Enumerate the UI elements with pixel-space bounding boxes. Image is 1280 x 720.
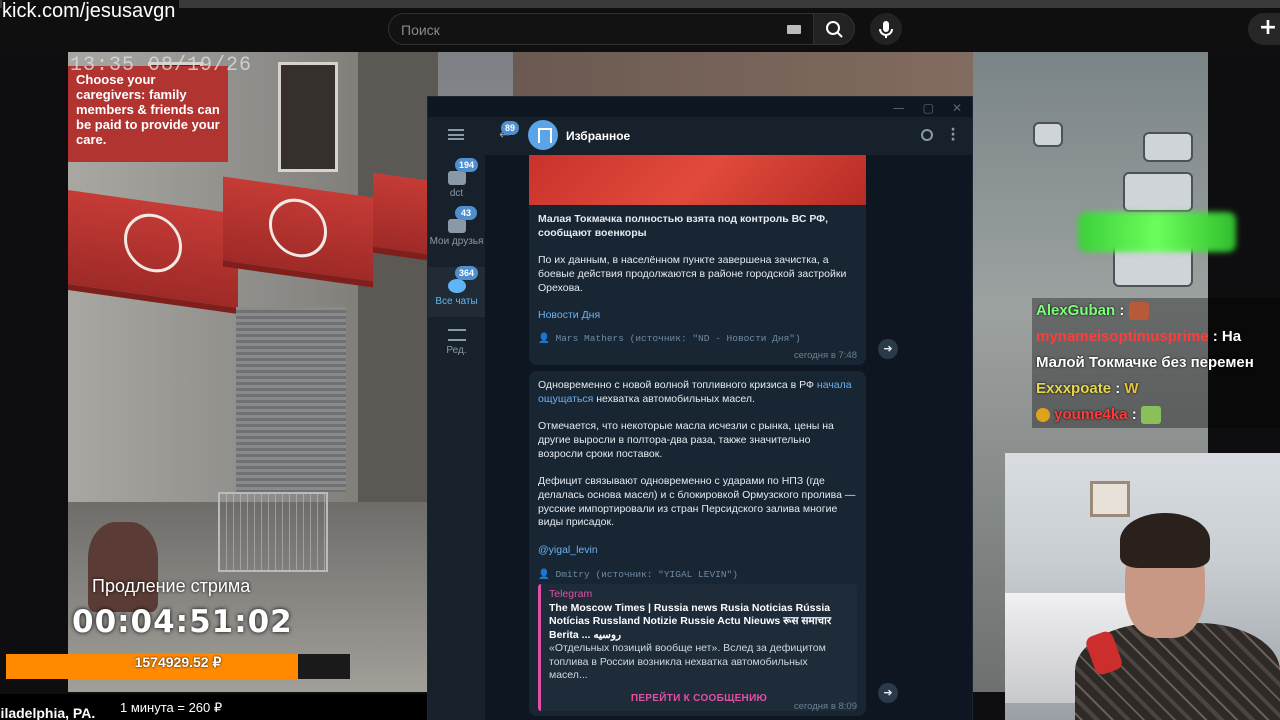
stream-screen: Choose your caregivers: family members &…: [0, 0, 1280, 720]
search-input[interactable]: [401, 20, 771, 40]
message-bubble: Одновременно с новой волной топливного к…: [529, 371, 866, 716]
badge-icon: [1036, 408, 1050, 423]
message-paragraph: Отмечается, что некоторые масла исчезли …: [538, 420, 834, 460]
stream-extension-label: Продление стрима: [92, 576, 251, 596]
create-button[interactable]: +: [1248, 13, 1280, 45]
parked-car: [1143, 132, 1193, 162]
top-strip: [0, 0, 1280, 8]
search-box: [388, 13, 814, 45]
building-window: [278, 62, 338, 172]
message-body: По их данным, в населённом пункте заверш…: [538, 254, 847, 294]
hamburger-menu-icon[interactable]: [448, 129, 464, 140]
chats-icon: [447, 279, 466, 293]
folder-sidebar: 194 dct 43 Мои друзья 364 Все чаты Ред.: [428, 117, 485, 720]
sliders-icon: [447, 329, 466, 341]
unread-badge: 43: [455, 206, 477, 220]
chat-username[interactable]: mynameisoptimusprime: [1036, 328, 1209, 345]
folder-label: Все чаты: [435, 296, 478, 307]
keyboard-icon[interactable]: [787, 25, 801, 34]
folder-label: Ред.: [446, 345, 467, 356]
camera-timestamp: 13:35 08/19/26: [70, 54, 253, 77]
voice-search-button[interactable]: [870, 13, 902, 45]
unread-badge: 364: [455, 266, 479, 280]
folder-label: Мои друзья: [429, 236, 484, 247]
message-signature: 👤 Mars Mathers (источник: "ND - Новости …: [538, 332, 801, 344]
parked-car: [1033, 122, 1063, 147]
preview-description: «Отдельных позиций вообще нет». Вслед за…: [549, 642, 826, 682]
preview-title: The Moscow Times | Russia news Rusia Not…: [549, 601, 832, 641]
chat-bubble-icon: [447, 171, 466, 185]
chat-message: youme4ka :: [1032, 402, 1280, 428]
chat-message: AlexGuban :: [1032, 298, 1280, 324]
roll-shutter: [236, 307, 346, 492]
emote-icon: [1140, 406, 1161, 425]
link-preview[interactable]: Telegram The Moscow Times | Russia news …: [538, 584, 857, 712]
chat-username[interactable]: AlexGuban: [1036, 302, 1115, 319]
forward-icon[interactable]: ➜: [878, 683, 898, 703]
message-signature: 👤 Dmitry (источник: "YIGAL LEVIN"): [538, 569, 738, 581]
red-awning: [373, 172, 433, 262]
unread-badge: 194: [455, 158, 479, 172]
microphone-icon: [879, 21, 893, 38]
donation-amount: 1574929.52 ₽: [134, 654, 222, 670]
message-photo[interactable]: [529, 155, 866, 205]
preview-site: Telegram: [549, 588, 593, 601]
chat-title[interactable]: Избранное: [566, 129, 630, 143]
shopping-cart: [218, 492, 328, 572]
top-bar: kick.com/jesusavgn +: [0, 0, 1280, 52]
mention-link[interactable]: @yigal_levin: [538, 544, 598, 556]
streamer-webcam: [1005, 453, 1280, 720]
message-headline: Малая Токмачка полностью взята под контр…: [538, 213, 829, 239]
back-unread-badge: 89: [501, 121, 520, 135]
message-paragraph: Одновременно с новой волной топливного к…: [538, 379, 852, 405]
rate-label: 1 минута = 260 ₽: [120, 700, 223, 715]
chat-text: W: [1120, 380, 1139, 397]
chat-message: mynameisoptimusprime : На Малой Токмачке…: [1032, 324, 1280, 376]
folder-label: dct: [449, 188, 464, 199]
chat-username[interactable]: youme4ka: [1054, 406, 1127, 423]
message-paragraph: Дефицит связывают одновременно с ударами…: [538, 474, 856, 529]
stream-timer: 00:04:51:02: [72, 604, 293, 640]
search-icon: [826, 21, 843, 38]
sitting-person: [88, 522, 158, 612]
maximize-button[interactable]: ▢: [923, 101, 934, 115]
minimize-button[interactable]: —: [893, 101, 905, 115]
chat-message: Exxxpoate : W: [1032, 376, 1280, 402]
chat-header: ← 89 Избранное · · ·: [485, 117, 972, 155]
parked-car: [1123, 172, 1193, 212]
folder-dct[interactable]: 194 dct: [428, 158, 485, 209]
chat-bubble-icon: [447, 219, 466, 233]
location-label: hiladelphia, PA.: [0, 705, 96, 720]
caregiver-sign: Choose your caregivers: family members &…: [68, 66, 228, 162]
message-time: сегодня в 7:48: [793, 350, 857, 361]
green-overlay-blob: [1078, 212, 1236, 252]
channel-url: kick.com/jesusavgn: [2, 0, 180, 25]
forward-icon[interactable]: ➜: [878, 339, 898, 359]
close-button[interactable]: ✕: [952, 101, 962, 115]
search-button[interactable]: [813, 13, 855, 45]
telegram-window: — ▢ ✕ 194 dct 43 Мои друзья 364 Все чаты: [427, 96, 973, 720]
bookmark-icon: [528, 120, 558, 150]
wall-picture: [1090, 481, 1130, 517]
folder-my-friends[interactable]: 43 Мои друзья: [428, 206, 485, 265]
window-controls: — ▢ ✕: [893, 101, 962, 115]
message-time: сегодня в 8:09: [793, 701, 857, 712]
stream-chat: AlexGuban : mynameisoptimusprime : На Ма…: [1032, 298, 1280, 428]
folder-all-chats[interactable]: 364 Все чаты: [428, 266, 485, 317]
more-vertical-icon[interactable]: · · ·: [950, 123, 956, 147]
signature-text: Dmitry (источник: "YIGAL LEVIN"): [555, 569, 738, 581]
folder-edit[interactable]: Ред.: [428, 319, 485, 369]
streamer-hair: [1120, 513, 1210, 568]
message-bubble: Малая Токмачка полностью взята под контр…: [529, 205, 866, 365]
channel-link[interactable]: Новости Дня: [538, 309, 600, 321]
chat-username[interactable]: Exxxpoate: [1036, 380, 1111, 397]
emote-icon: [1128, 302, 1149, 321]
donation-progress-bar: 1574929.52 ₽: [6, 654, 350, 679]
message-list: Малая Токмачка полностью взята под контр…: [485, 155, 972, 720]
search-icon[interactable]: [921, 129, 933, 141]
signature-text: Mars Mathers (источник: "ND - Новости Дн…: [555, 332, 801, 344]
